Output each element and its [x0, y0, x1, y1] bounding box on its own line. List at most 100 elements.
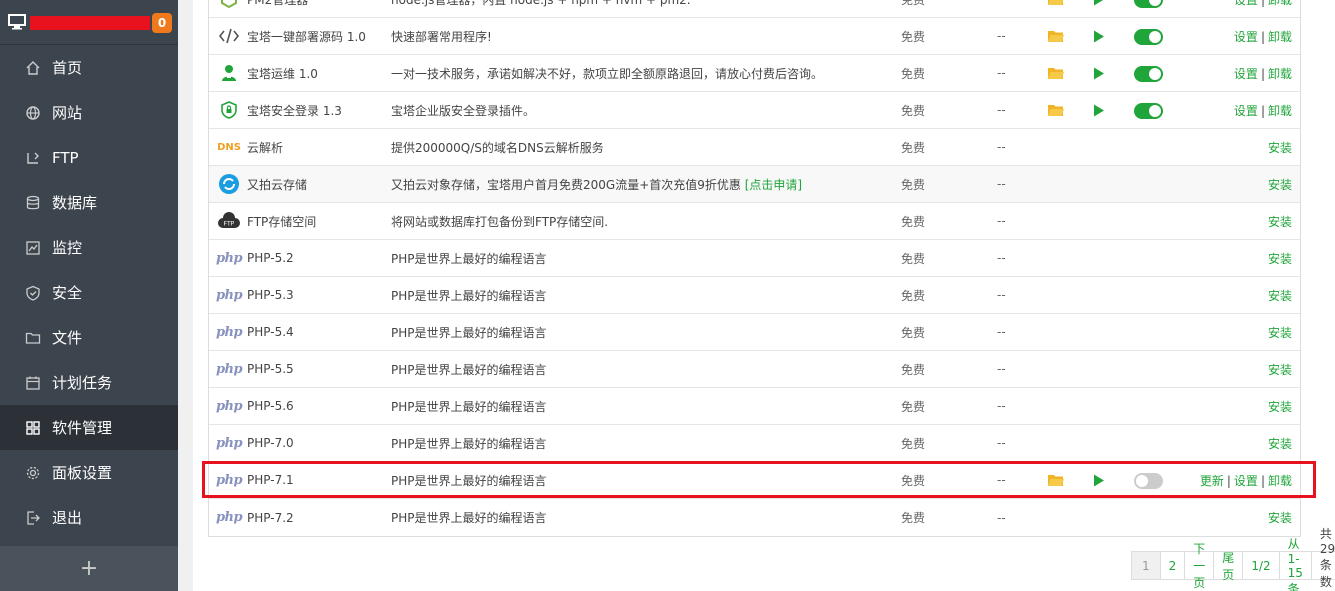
table-row: PM2管理器 node.js管理器，内置 node.js + npm + nvm …: [209, 0, 1300, 18]
plugin-name-text: FTP存储空间: [247, 214, 317, 229]
plugin-description: PHP是世界上最好的编程语言: [391, 509, 547, 526]
plugin-name: php PHP-5.2: [216, 246, 294, 270]
php-icon: php: [215, 472, 243, 488]
play-icon[interactable]: [1093, 104, 1105, 120]
logout-icon: [25, 510, 41, 526]
price-cell: 免费: [901, 177, 926, 192]
folder-icon[interactable]: [1048, 30, 1064, 46]
sidebar-item-gear[interactable]: 面板设置: [0, 450, 178, 495]
last-page-link[interactable]: 尾页: [1214, 551, 1244, 582]
show-on-home-toggle[interactable]: [1134, 0, 1163, 8]
price-cell: 免费: [901, 473, 926, 488]
plugin-name-text: 宝塔运维 1.0: [247, 66, 318, 81]
plugin-name-text: 又拍云存储: [247, 177, 308, 192]
show-on-home-toggle[interactable]: [1134, 473, 1163, 489]
folder-icon[interactable]: [1048, 0, 1064, 9]
play-icon[interactable]: [1093, 30, 1105, 46]
op-link[interactable]: 安装: [1268, 363, 1292, 377]
price-cell: 免费: [901, 251, 926, 266]
plugin-description: 又拍云对象存储，宝塔用户首月免费200G流量+首次充值9折优惠 [点击申请]: [391, 176, 802, 193]
table-row: php PHP-7.0 PHP是世界上最好的编程语言 免费 -- 安装: [209, 425, 1300, 462]
add-button[interactable]: +: [0, 546, 178, 591]
plugin-name-text: 云解析: [247, 140, 284, 155]
op-link[interactable]: 设置: [1234, 104, 1258, 118]
op-link[interactable]: 安装: [1268, 326, 1292, 340]
description-text: PHP是世界上最好的编程语言: [391, 362, 547, 377]
show-on-home-toggle[interactable]: [1134, 103, 1163, 119]
plugin-name-text: PHP-5.5: [247, 362, 294, 376]
folder-icon[interactable]: [1048, 67, 1064, 83]
op-link[interactable]: 卸载: [1268, 67, 1292, 81]
sidebar-item-home[interactable]: 首页: [0, 45, 178, 90]
op-link[interactable]: 安装: [1268, 215, 1292, 229]
sidebar-item-shield[interactable]: 安全: [0, 270, 178, 315]
plugin-name: php PHP-7.0: [216, 431, 294, 455]
op-link[interactable]: 设置: [1234, 30, 1258, 44]
plugin-description: 提供200000Q/S的域名DNS云解析服务: [391, 139, 604, 156]
op-link[interactable]: 安装: [1268, 141, 1292, 155]
description-text: PHP是世界上最好的编程语言: [391, 399, 547, 414]
folder-icon[interactable]: [1048, 474, 1064, 490]
show-on-home-toggle[interactable]: [1134, 29, 1163, 45]
expire-cell: --: [997, 325, 1006, 339]
sidebar-item-globe[interactable]: 网站: [0, 90, 178, 135]
expire-cell: --: [997, 0, 1006, 6]
expire-cell: --: [997, 66, 1006, 80]
description-text: PHP是世界上最好的编程语言: [391, 473, 547, 488]
plugin-name: FTP FTP存储空间: [217, 209, 316, 233]
description-text: PHP是世界上最好的编程语言: [391, 288, 547, 303]
play-icon[interactable]: [1093, 0, 1105, 9]
sidebar-item-grid[interactable]: 软件管理: [0, 405, 178, 450]
show-on-home-toggle[interactable]: [1134, 66, 1163, 82]
op-link[interactable]: 设置: [1234, 67, 1258, 81]
op-link[interactable]: 卸载: [1268, 30, 1292, 44]
sidebar-item-ftp[interactable]: FTP: [0, 135, 178, 180]
plugin-name: 宝塔运维 1.0: [217, 61, 318, 85]
op-link[interactable]: 安装: [1268, 400, 1292, 414]
play-icon[interactable]: [1093, 474, 1105, 490]
ftp-cloud-icon: FTP: [217, 209, 241, 233]
op-link[interactable]: 安装: [1268, 511, 1292, 525]
expire-cell: --: [997, 436, 1006, 450]
sidebar-header: 0: [0, 0, 178, 45]
op-link[interactable]: 安装: [1268, 437, 1292, 451]
page-1[interactable]: 1: [1132, 552, 1161, 579]
op-link[interactable]: 设置: [1234, 474, 1258, 488]
op-link[interactable]: 设置: [1234, 0, 1258, 7]
shield-icon: [25, 285, 41, 301]
apply-link[interactable]: [点击申请]: [745, 178, 802, 192]
sidebar-item-logout[interactable]: 退出: [0, 495, 178, 540]
op-link[interactable]: 卸载: [1268, 0, 1292, 7]
play-icon[interactable]: [1093, 67, 1105, 83]
pm2-icon: [217, 0, 241, 11]
table-row: php PHP-5.5 PHP是世界上最好的编程语言 免费 -- 安装: [209, 351, 1300, 388]
op-link[interactable]: 安装: [1268, 252, 1292, 266]
sidebar-item-database[interactable]: 数据库: [0, 180, 178, 225]
op-link[interactable]: 安装: [1268, 289, 1292, 303]
sidebar-item-label: 软件管理: [52, 419, 113, 437]
plugin-description: PHP是世界上最好的编程语言: [391, 472, 547, 489]
sidebar-item-calendar[interactable]: 计划任务: [0, 360, 178, 405]
op-link[interactable]: 更新: [1200, 474, 1224, 488]
folder-icon[interactable]: [1048, 104, 1064, 120]
description-text: 提供200000Q/S的域名DNS云解析服务: [391, 140, 604, 155]
description-text: 又拍云对象存储，宝塔用户首月免费200G流量+首次充值9折优惠: [391, 177, 741, 192]
sidebar-item-label: 面板设置: [52, 464, 113, 482]
page-fraction: 1/2: [1243, 552, 1280, 579]
plugin-name: php PHP-7.2: [216, 506, 294, 530]
page-2[interactable]: 2: [1161, 552, 1186, 579]
plugin-name: php PHP-5.5: [216, 357, 294, 381]
notification-badge[interactable]: 0: [152, 13, 172, 33]
next-page-link[interactable]: 下一页: [1185, 542, 1215, 590]
sidebar-item-label: 计划任务: [52, 374, 113, 392]
op-link[interactable]: 安装: [1268, 178, 1292, 192]
op-link[interactable]: 卸载: [1268, 104, 1292, 118]
plugin-description: PHP是世界上最好的编程语言: [391, 361, 547, 378]
plugin-name-text: 宝塔一键部署源码 1.0: [247, 29, 366, 44]
table-row: 宝塔运维 1.0 一对一技术服务，承诺如解决不好，款项立即全额原路退回，请放心付费…: [209, 55, 1300, 92]
sidebar-item-monitor[interactable]: 监控: [0, 225, 178, 270]
op-link[interactable]: 卸载: [1268, 474, 1292, 488]
sidebar: 0 首页 网站 FTP 数据库 监控 安全 文件计划任务软件管理面板设置退出 +: [0, 0, 178, 591]
sidebar-item-folder[interactable]: 文件: [0, 315, 178, 360]
price-cell: 免费: [901, 436, 926, 451]
